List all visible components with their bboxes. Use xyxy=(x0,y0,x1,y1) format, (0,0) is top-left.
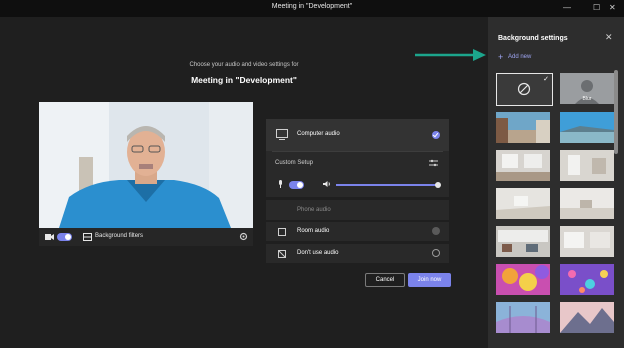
selected-check-icon: ✓ xyxy=(543,76,549,83)
video-preview xyxy=(39,102,253,228)
close-panel-icon[interactable]: ✕ xyxy=(605,32,613,43)
camera-icon xyxy=(45,234,54,240)
background-tile[interactable] xyxy=(560,188,614,219)
window-title: Meeting in "Development" xyxy=(271,3,353,10)
phone-audio-option[interactable]: Phone audio xyxy=(266,200,449,220)
dont-use-audio-radio[interactable] xyxy=(432,249,440,257)
blur-tile[interactable]: Blur xyxy=(560,73,614,104)
background-tile[interactable] xyxy=(496,112,550,143)
add-icon: + xyxy=(498,52,504,62)
speaker-volume-thumb[interactable] xyxy=(435,182,441,188)
background-tile[interactable] xyxy=(496,302,550,333)
camera-toggle[interactable] xyxy=(57,233,72,241)
background-tile[interactable] xyxy=(496,188,550,219)
custom-setup-panel: Custom Setup xyxy=(266,151,449,197)
background-settings-title: Background settings xyxy=(498,35,568,42)
prejoin-subtitle: Choose your audio and video settings for xyxy=(189,62,299,68)
background-tile[interactable] xyxy=(560,226,614,257)
background-tile[interactable] xyxy=(496,150,550,181)
meeting-title: Meeting in "Development" xyxy=(191,75,297,85)
background-filters-button[interactable]: Background filters xyxy=(95,233,143,239)
minimize-button[interactable]: — xyxy=(563,3,571,13)
computer-audio-option[interactable]: Computer audio xyxy=(266,119,449,151)
phone-audio-label: Phone audio xyxy=(297,207,331,213)
maximize-button[interactable]: ☐ xyxy=(593,3,600,13)
sliders-icon[interactable] xyxy=(429,159,438,167)
microphone-toggle[interactable] xyxy=(289,181,304,189)
no-background-tile[interactable]: ✓ xyxy=(496,73,553,106)
computer-audio-label: Computer audio xyxy=(297,131,340,137)
background-tile[interactable] xyxy=(496,264,550,295)
room-audio-radio[interactable] xyxy=(432,227,440,235)
blur-label: Blur xyxy=(582,96,592,102)
background-tile[interactable] xyxy=(560,302,614,333)
join-now-button[interactable]: Join now xyxy=(408,273,451,287)
device-settings-icon[interactable] xyxy=(239,232,248,241)
room-audio-option[interactable]: Room audio xyxy=(266,222,449,241)
room-audio-label: Room audio xyxy=(297,228,330,234)
speaker-volume-fill xyxy=(336,184,438,186)
pointer-arrow-icon xyxy=(415,49,486,61)
no-audio-icon xyxy=(278,250,286,258)
background-list-scrollbar[interactable] xyxy=(614,70,618,154)
close-window-button[interactable]: ✕ xyxy=(609,3,616,13)
computer-audio-radio[interactable] xyxy=(432,131,440,139)
speaker-icon xyxy=(323,181,330,187)
no-background-icon xyxy=(517,82,531,96)
dont-use-audio-option[interactable]: Don't use audio xyxy=(266,244,449,263)
add-new-button[interactable]: Add new xyxy=(508,54,531,60)
video-controls-bar: Background filters xyxy=(39,228,253,246)
cancel-button[interactable]: Cancel xyxy=(365,273,405,287)
background-settings-panel: Background settings ✕ + Add new xyxy=(488,17,624,348)
background-tile[interactable] xyxy=(496,226,550,257)
background-tile[interactable] xyxy=(560,112,614,143)
title-bar: Meeting in "Development" — ☐ ✕ xyxy=(0,0,624,17)
computer-audio-icon xyxy=(276,129,288,140)
background-filters-icon xyxy=(83,233,92,241)
background-tile[interactable] xyxy=(560,150,614,181)
speaker-volume-slider[interactable] xyxy=(336,182,441,188)
background-tile[interactable] xyxy=(560,264,614,295)
dont-use-audio-label: Don't use audio xyxy=(297,250,339,256)
custom-setup-label: Custom Setup xyxy=(275,160,314,166)
room-audio-icon xyxy=(278,228,286,236)
microphone-icon xyxy=(279,180,282,188)
